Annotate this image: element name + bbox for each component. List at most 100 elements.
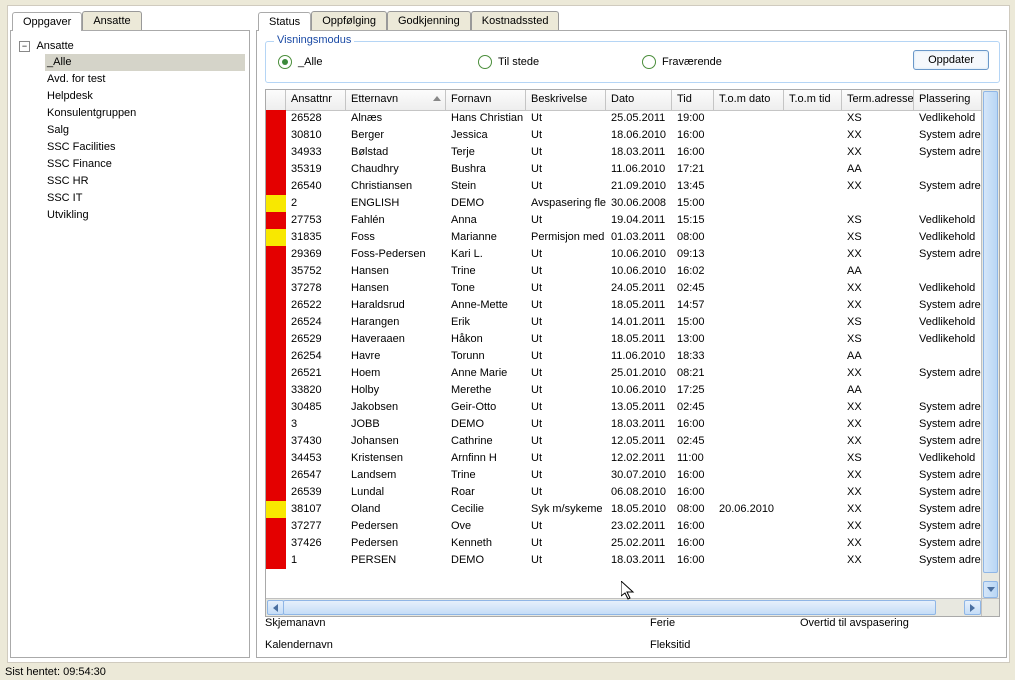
table-row[interactable]: 33820HolbyMeretheUt10.06.201017:25AA (266, 382, 982, 399)
hscroll-right-button[interactable] (964, 600, 981, 615)
table-cell (784, 161, 842, 178)
table-row[interactable]: 35319ChaudhryBushraUt11.06.201017:21AA (266, 161, 982, 178)
chevron-down-icon (987, 587, 995, 592)
table-cell: Ut (526, 433, 606, 450)
table-cell (266, 484, 286, 501)
table-row[interactable]: 37277PedersenOveUt23.02.201116:00XXSyste… (266, 518, 982, 535)
table-row[interactable]: 38107OlandCecilieSyk m/sykeme18.05.20100… (266, 501, 982, 518)
column-header[interactable]: T.o.m dato (714, 90, 784, 110)
table-cell: 18.05.2010 (606, 501, 672, 518)
table-row[interactable]: 26547LandsemTrineUt30.07.201016:00XXSyst… (266, 467, 982, 484)
table-cell (784, 348, 842, 365)
table-cell (784, 382, 842, 399)
tab-status[interactable]: Status (258, 12, 311, 31)
table-cell: Ut (526, 450, 606, 467)
column-header[interactable] (266, 90, 286, 110)
table-cell: 30.07.2010 (606, 467, 672, 484)
tree-item[interactable]: SSC Facilities (45, 139, 245, 156)
table-row[interactable]: 37430JohansenCathrineUt12.05.201102:45XX… (266, 433, 982, 450)
table-row[interactable]: 35752HansenTrineUt10.06.201016:02AA (266, 263, 982, 280)
table-cell: Ut (526, 416, 606, 433)
column-header[interactable]: Term.adresse (842, 90, 914, 110)
table-cell: Torunn (446, 348, 526, 365)
table-row[interactable]: 26521HoemAnne MarieUt25.01.201008:21XXSy… (266, 365, 982, 382)
tree-item[interactable]: Helpdesk (45, 88, 245, 105)
table-row[interactable]: 34933BølstadTerjeUt18.03.201116:00XXSyst… (266, 144, 982, 161)
table-cell: Arnfinn H (446, 450, 526, 467)
table-cell: 02:45 (672, 399, 714, 416)
tab-oppgaver[interactable]: Oppgaver (12, 12, 82, 31)
radio-alle[interactable]: _Alle (278, 55, 478, 69)
table-cell (784, 297, 842, 314)
table-row[interactable]: 26540ChristiansenSteinUt21.09.201013:45X… (266, 178, 982, 195)
tree-item[interactable]: Salg (45, 122, 245, 139)
tree-item[interactable]: SSC IT (45, 190, 245, 207)
oppdater-button[interactable]: Oppdater (913, 50, 989, 70)
right-tab-body: Visningsmodus _Alle Til stede Fravære (256, 30, 1007, 658)
table-row[interactable]: 34453KristensenArnfinn HUt12.02.201111:0… (266, 450, 982, 467)
table-cell: 26254 (286, 348, 346, 365)
table-cell: XX (842, 467, 914, 484)
table-row[interactable]: 26524HarangenErikUt14.01.201115:00XSVedl… (266, 314, 982, 331)
table-row[interactable]: 30810BergerJessicaUt18.06.201016:00XXSys… (266, 127, 982, 144)
table-row[interactable]: 37426PedersenKennethUt25.02.201116:00XXS… (266, 535, 982, 552)
expander-icon[interactable]: − (19, 41, 30, 52)
table-cell: System adre (914, 416, 982, 433)
table-cell: 30810 (286, 127, 346, 144)
table-cell: AA (842, 263, 914, 280)
tab-godkjenning[interactable]: Godkjenning (387, 11, 471, 30)
table-row[interactable]: 2ENGLISHDEMOAvspasering fle30.06.200815:… (266, 195, 982, 212)
table-row[interactable]: 26522HaraldsrudAnne-MetteUt18.05.201114:… (266, 297, 982, 314)
table-row[interactable]: 26529HaveraaenHåkonUt18.05.201113:00XSVe… (266, 331, 982, 348)
tree-item[interactable]: Utvikling (45, 207, 245, 224)
column-header[interactable]: Etternavn (346, 90, 446, 110)
column-header[interactable]: T.o.m tid (784, 90, 842, 110)
table-row[interactable]: 3JOBBDEMOUt18.03.201116:00XXSystem adre (266, 416, 982, 433)
table-cell: Vedlikehold (914, 280, 982, 297)
tab-kostnadssted[interactable]: Kostnadssted (471, 11, 560, 30)
tree-item[interactable]: Avd. for test (45, 71, 245, 88)
table-cell (266, 195, 286, 212)
column-header[interactable]: Tid (672, 90, 714, 110)
tab-oppfolging[interactable]: Oppfølging (311, 11, 387, 30)
column-header[interactable]: Beskrivelse (526, 90, 606, 110)
radio-tilstede[interactable]: Til stede (478, 55, 642, 69)
column-header[interactable]: Fornavn (446, 90, 526, 110)
tree-item[interactable]: _Alle (45, 54, 245, 71)
table-row[interactable]: 30485JakobsenGeir-OttoUt13.05.201102:45X… (266, 399, 982, 416)
tree-item[interactable]: SSC Finance (45, 156, 245, 173)
table-cell (714, 178, 784, 195)
table-row[interactable]: 37278HansenToneUt24.05.201102:45XXVedlik… (266, 280, 982, 297)
chevron-right-icon (970, 604, 975, 612)
horizontal-scrollbar[interactable] (266, 598, 982, 616)
vscroll-thumb[interactable] (983, 91, 998, 573)
table-cell: XX (842, 433, 914, 450)
table-row[interactable]: 26528AlnæsHans ChristianUt25.05.201119:0… (266, 110, 982, 127)
column-header[interactable]: Dato (606, 90, 672, 110)
column-header[interactable]: Ansattnr (286, 90, 346, 110)
tree-item[interactable]: SSC HR (45, 173, 245, 190)
table-cell (714, 484, 784, 501)
table-cell (784, 450, 842, 467)
table-cell (784, 484, 842, 501)
radio-tilstede-label: Til stede (498, 56, 539, 68)
table-row[interactable]: 26254HavreTorunnUt11.06.201018:33AA (266, 348, 982, 365)
table-cell: Johansen (346, 433, 446, 450)
tab-ansatte[interactable]: Ansatte (82, 11, 141, 30)
hscroll-thumb[interactable] (283, 600, 936, 615)
table-row[interactable]: 27753FahlénAnnaUt19.04.201115:15XSVedlik… (266, 212, 982, 229)
tree-root[interactable]: − Ansatte (19, 39, 245, 54)
table-row[interactable]: 26539LundalRoarUt06.08.201016:00XXSystem… (266, 484, 982, 501)
table-row[interactable]: 1PERSENDEMOUt18.03.201116:00XXSystem adr… (266, 552, 982, 569)
table-cell: Syk m/sykeme (526, 501, 606, 518)
table-cell: 26528 (286, 110, 346, 127)
vscroll-down-button[interactable] (983, 581, 998, 598)
table-cell: 01.03.2011 (606, 229, 672, 246)
radio-fravaerende[interactable]: Fraværende (642, 55, 722, 69)
column-header[interactable]: Plassering (914, 90, 982, 110)
table-row[interactable]: 31835FossMariannePermisjon med01.03.2011… (266, 229, 982, 246)
vertical-scrollbar[interactable] (981, 90, 999, 599)
table-row[interactable]: 29369Foss-PedersenKari L.Ut10.06.201009:… (266, 246, 982, 263)
table-cell: Stein (446, 178, 526, 195)
tree-item[interactable]: Konsulentgruppen (45, 105, 245, 122)
